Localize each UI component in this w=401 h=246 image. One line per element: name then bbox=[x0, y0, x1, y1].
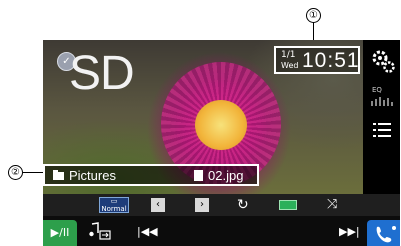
bottom-bar: ▶/II |◀◀ ▶▶| bbox=[43, 216, 400, 246]
folder-name: Pictures bbox=[69, 168, 116, 183]
callout-1: ① bbox=[306, 8, 321, 23]
folder-icon bbox=[53, 170, 64, 180]
head-unit-screen: ✓ SD 1/1 Wed 10:51 Pictures 02.jpg EQ ▭ … bbox=[43, 40, 400, 246]
slideshow-toggle[interactable] bbox=[279, 200, 297, 210]
play-mode-button[interactable]: ▭ Normal bbox=[99, 197, 129, 213]
prev-folder-button[interactable]: ‹ bbox=[151, 198, 165, 212]
info-bar: Pictures 02.jpg bbox=[43, 164, 259, 186]
clock-display[interactable]: 1/1 Wed 10:51 bbox=[274, 46, 360, 74]
picture-display: ✓ SD 1/1 Wed 10:51 Pictures 02.jpg bbox=[43, 40, 363, 194]
music-source-icon[interactable] bbox=[88, 222, 112, 242]
clock-date: 1/1 bbox=[281, 50, 296, 60]
eq-label[interactable]: EQ bbox=[372, 86, 382, 94]
callout-2: ② bbox=[8, 165, 23, 180]
file-icon bbox=[194, 170, 203, 181]
clock-day: Wed bbox=[281, 61, 299, 70]
right-menu: EQ bbox=[363, 40, 400, 194]
next-folder-button[interactable]: › bbox=[195, 198, 209, 212]
flower-center bbox=[195, 100, 247, 150]
play-pause-button[interactable]: ▶/II bbox=[43, 220, 77, 246]
playback-controls: ▭ Normal ‹ › ↻ ⤨ bbox=[43, 194, 400, 216]
phone-icon bbox=[376, 226, 396, 243]
file-name: 02.jpg bbox=[208, 168, 244, 183]
shuffle-icon[interactable]: ⤨ bbox=[327, 197, 337, 213]
list-icon[interactable] bbox=[373, 122, 391, 138]
source-label[interactable]: SD bbox=[69, 48, 135, 100]
gear-icon[interactable] bbox=[370, 48, 396, 74]
eq-icon[interactable] bbox=[370, 96, 394, 106]
play-mode-label: Normal bbox=[101, 205, 127, 213]
next-track-button[interactable]: ▶▶| bbox=[339, 225, 360, 238]
phone-button[interactable] bbox=[367, 220, 400, 246]
clock-time: 10:51 bbox=[302, 49, 360, 72]
prev-track-button[interactable]: |◀◀ bbox=[137, 225, 158, 238]
callout-2-line bbox=[23, 172, 44, 173]
repeat-icon[interactable]: ↻ bbox=[237, 197, 249, 213]
